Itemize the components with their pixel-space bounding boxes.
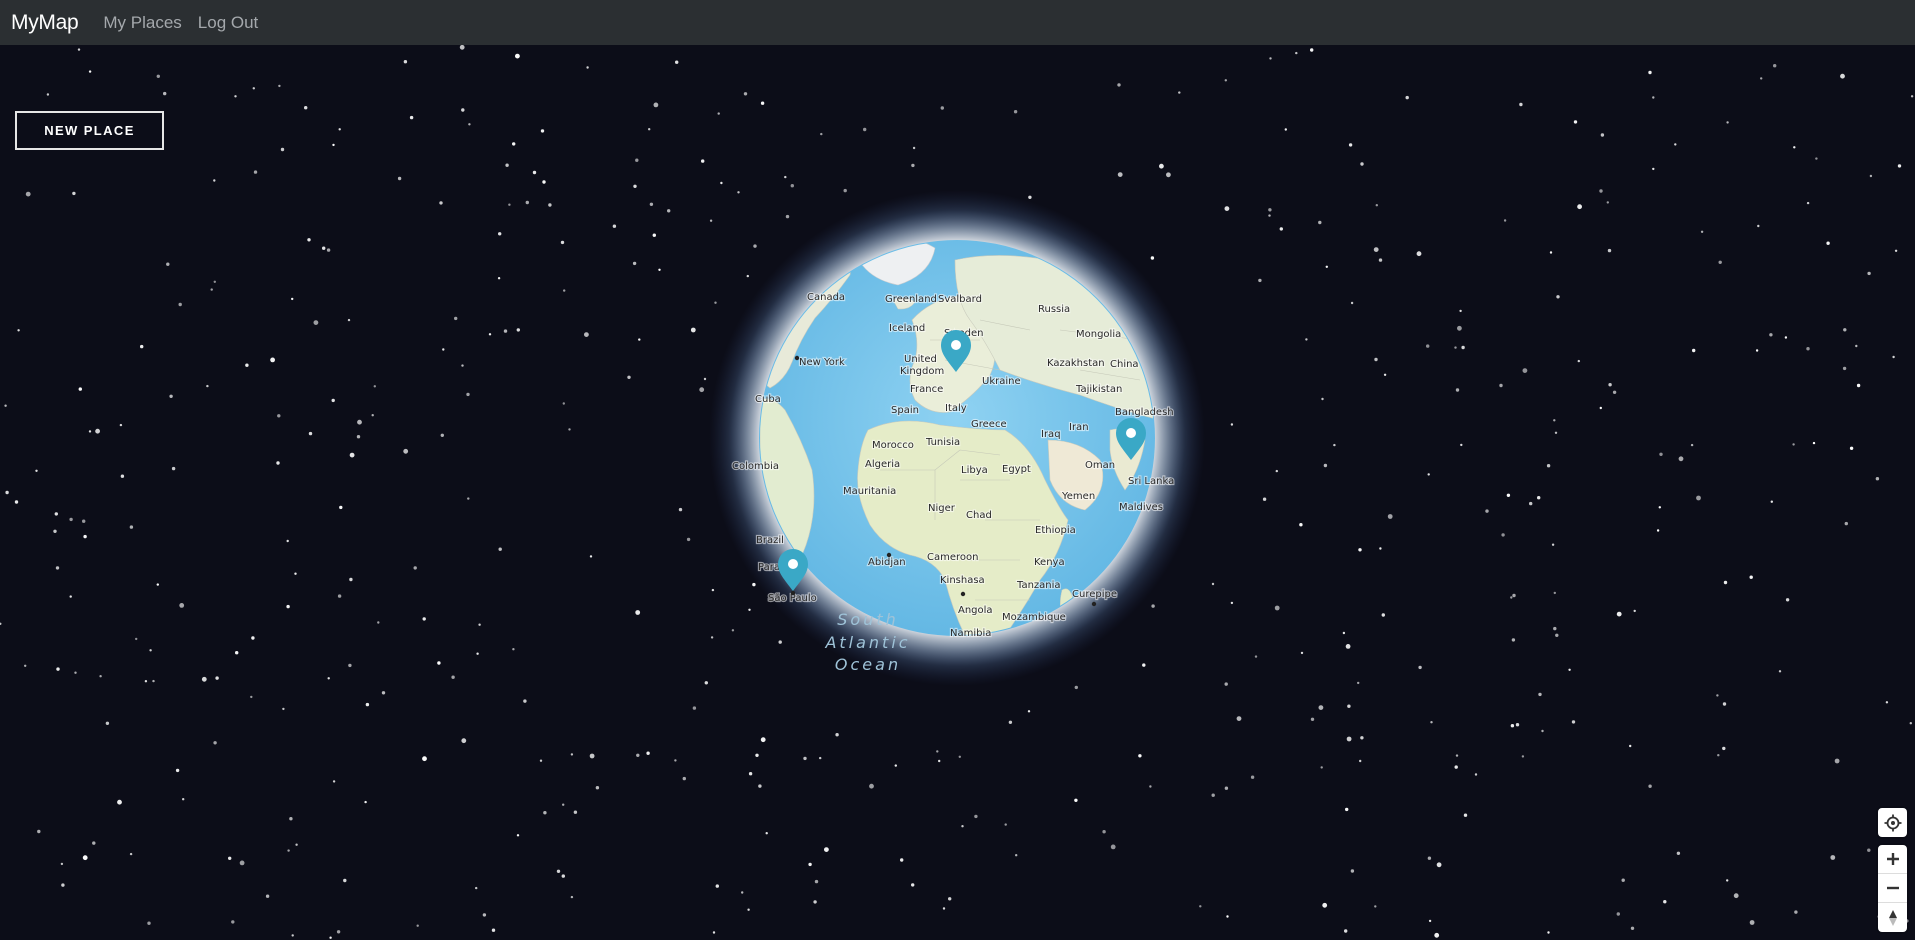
place-label: Brazil [756, 535, 784, 546]
place-label: Kinshasa [940, 575, 985, 586]
place-label: Egypt [1002, 464, 1031, 475]
city-dot-sao-paulo [790, 590, 796, 596]
place-label: Abidjan [868, 557, 906, 568]
city-dot-kinshasa [960, 591, 966, 597]
ocean-label-line-1: South [837, 610, 899, 629]
compass-button[interactable] [1878, 903, 1907, 932]
city-dot-new-york [794, 355, 800, 361]
compass-icon [1888, 909, 1897, 926]
ocean-label-line-3: Ocean [835, 655, 901, 674]
place-label: Italy [945, 403, 967, 414]
place-label: Cuba [755, 394, 781, 405]
place-label: Kazakhstan [1047, 358, 1105, 369]
zoom-out-button[interactable] [1878, 874, 1907, 903]
place-label: Kingdom [900, 366, 944, 377]
navbar: MyMap My Places Log Out [0, 0, 1915, 45]
place-label: China [1110, 359, 1139, 370]
place-label: Ukraine [982, 376, 1021, 387]
place-label: Angola [958, 605, 993, 616]
place-label: Greenland [885, 294, 937, 305]
pin-dot [788, 559, 798, 569]
pin-dot [1126, 428, 1136, 438]
place-label: Libya [961, 465, 988, 476]
place-label: Bangladesh [1115, 407, 1174, 418]
place-label: Iran [1069, 422, 1089, 433]
place-label: Mozambique [1002, 612, 1066, 623]
place-label: Mauritania [843, 486, 896, 497]
navigation-control [1878, 845, 1907, 932]
place-label: Iraq [1041, 429, 1061, 440]
place-label: Canada [807, 292, 845, 303]
place-label: Iceland [889, 323, 925, 334]
place-label: Colombia [732, 461, 779, 472]
place-label: Russia [1038, 304, 1070, 315]
place-label: Svalbard [938, 294, 982, 305]
place-label: Algeria [865, 459, 900, 470]
pin-dot [951, 340, 961, 350]
place-label: France [910, 384, 943, 395]
zoom-in-icon [1886, 853, 1899, 865]
place-label: Maldives [1119, 502, 1163, 513]
geolocate-button[interactable] [1878, 808, 1907, 837]
place-label: Spain [891, 405, 919, 416]
place-label: Para [758, 562, 780, 573]
place-label: Sri Lanka [1128, 476, 1174, 487]
place-label: Greece [971, 419, 1007, 430]
new-place-button[interactable]: NEW PLACE [15, 111, 164, 150]
city-dot-curepipe [1091, 601, 1097, 607]
place-label: Oman [1085, 460, 1115, 471]
globe-view[interactable]: South Atlantic Ocean Canada Greenland Sval… [0, 45, 1915, 940]
zoom-out-icon [1886, 886, 1899, 890]
ocean-label: South Atlantic Ocean [824, 610, 910, 674]
place-label: New York [799, 357, 845, 368]
city-dot-abidjan [886, 552, 892, 558]
place-label: Tunisia [925, 437, 960, 448]
geolocate-control [1878, 808, 1907, 837]
place-label: Cameroon [927, 552, 978, 563]
place-label: Chad [966, 510, 992, 521]
place-label: Namibia [950, 628, 991, 639]
nav-link-my-places[interactable]: My Places [103, 13, 181, 33]
ocean-label-line-2: Atlantic [824, 633, 910, 652]
place-label: Kenya [1034, 557, 1065, 568]
place-label: Tajikistan [1075, 384, 1122, 395]
zoom-in-button[interactable] [1878, 845, 1907, 874]
place-label: Curepipe [1072, 589, 1117, 600]
locate-icon [1884, 814, 1901, 831]
place-label: Ethiopia [1035, 525, 1076, 536]
nav-link-log-out[interactable]: Log Out [198, 13, 259, 33]
place-label: Morocco [872, 440, 914, 451]
place-label: Niger [928, 503, 956, 514]
place-label: United [904, 354, 937, 365]
place-label: Yemen [1061, 491, 1095, 502]
place-label: Mongolia [1076, 329, 1121, 340]
brand-link[interactable]: MyMap [11, 11, 79, 35]
map-canvas[interactable]: South Atlantic Ocean Canada Greenland Sval… [0, 45, 1915, 940]
place-label: Tanzania [1016, 580, 1061, 591]
